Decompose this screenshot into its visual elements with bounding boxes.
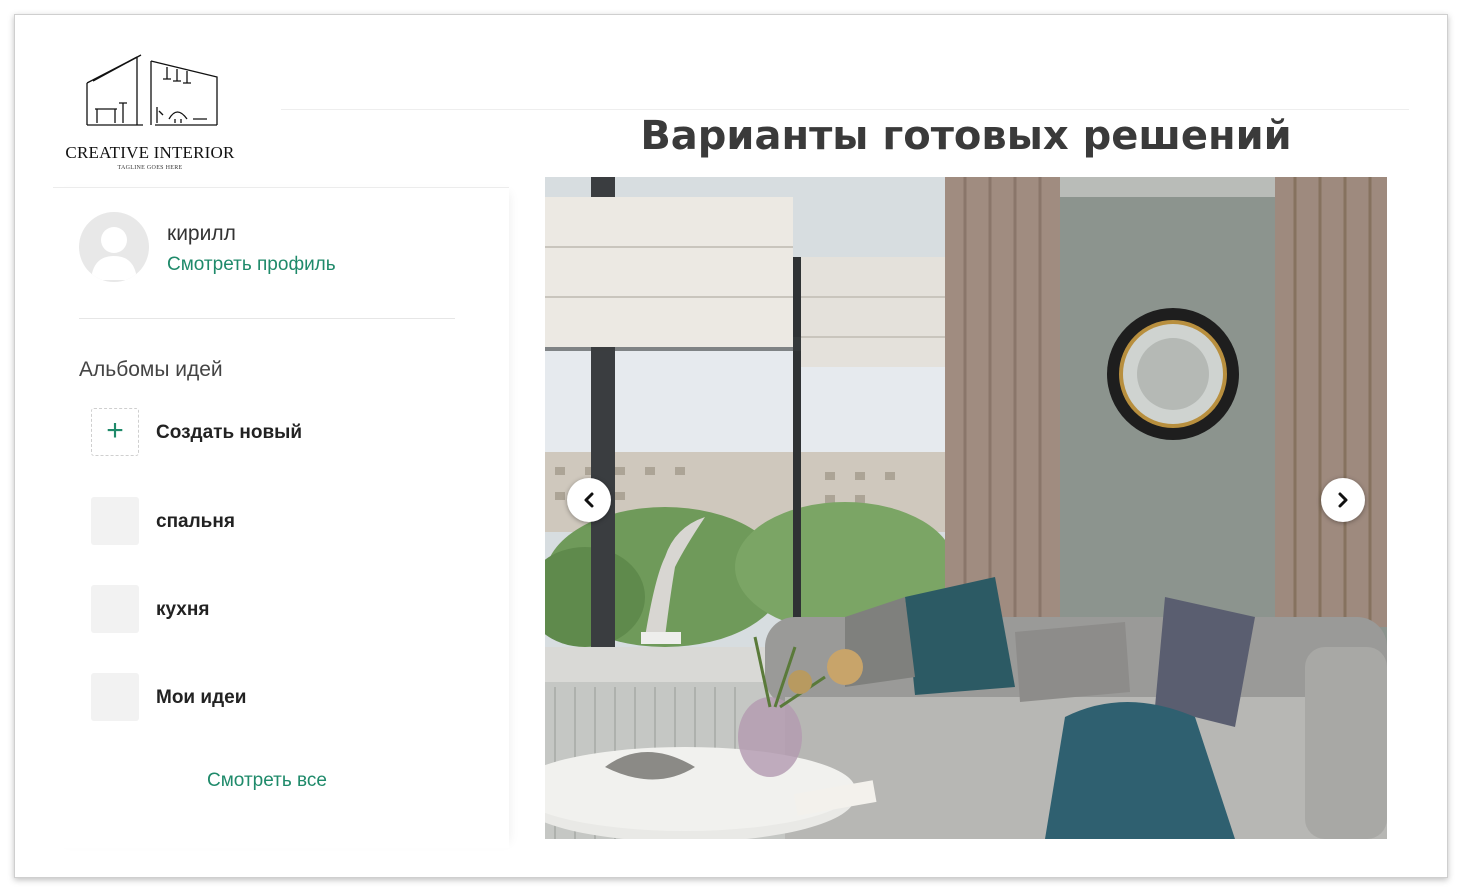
chevron-right-icon — [1338, 492, 1348, 508]
album-item-my-ideas[interactable]: Мои идеи — [91, 673, 451, 723]
create-album-button[interactable]: + Создать новый — [91, 408, 451, 458]
album-label: Мои идеи — [156, 687, 247, 708]
album-item-bedroom[interactable]: спальня — [91, 497, 451, 547]
album-thumbnail — [91, 585, 139, 633]
album-item-kitchen[interactable]: кухня — [91, 585, 451, 635]
see-all-link[interactable]: Смотреть все — [53, 770, 481, 792]
brand-logo[interactable]: CREATIVE INTERIOR TAGLINE GOES HERE — [55, 53, 245, 173]
plus-icon: + — [91, 408, 139, 456]
sidebar: кирилл Смотреть профиль Альбомы идей + С… — [53, 187, 509, 848]
interior-photo — [545, 177, 1387, 839]
carousel-next-button[interactable] — [1321, 478, 1365, 522]
user-silhouette-icon — [91, 227, 137, 280]
solutions-carousel[interactable] — [545, 177, 1387, 839]
carousel-prev-button[interactable] — [567, 478, 611, 522]
page-frame: CREATIVE INTERIOR TAGLINE GOES HERE кири… — [14, 14, 1448, 878]
album-label: кухня — [156, 599, 210, 620]
brand-name: CREATIVE INTERIOR — [65, 143, 235, 162]
sidebar-divider — [79, 318, 455, 319]
chevron-left-icon — [584, 492, 594, 508]
album-label: спальня — [156, 511, 235, 532]
album-thumbnail — [91, 497, 139, 545]
header-divider — [281, 109, 1409, 110]
user-name: кирилл — [167, 222, 236, 245]
album-thumbnail — [91, 673, 139, 721]
logo-house-icon — [86, 54, 218, 126]
brand-tagline: TAGLINE GOES HERE — [117, 165, 183, 171]
avatar[interactable] — [79, 212, 149, 282]
albums-title: Альбомы идей — [79, 358, 223, 381]
create-album-label: Создать новый — [156, 422, 303, 443]
view-profile-link[interactable]: Смотреть профиль — [167, 254, 336, 276]
page-title: Варианты готовых решений — [640, 113, 1292, 159]
